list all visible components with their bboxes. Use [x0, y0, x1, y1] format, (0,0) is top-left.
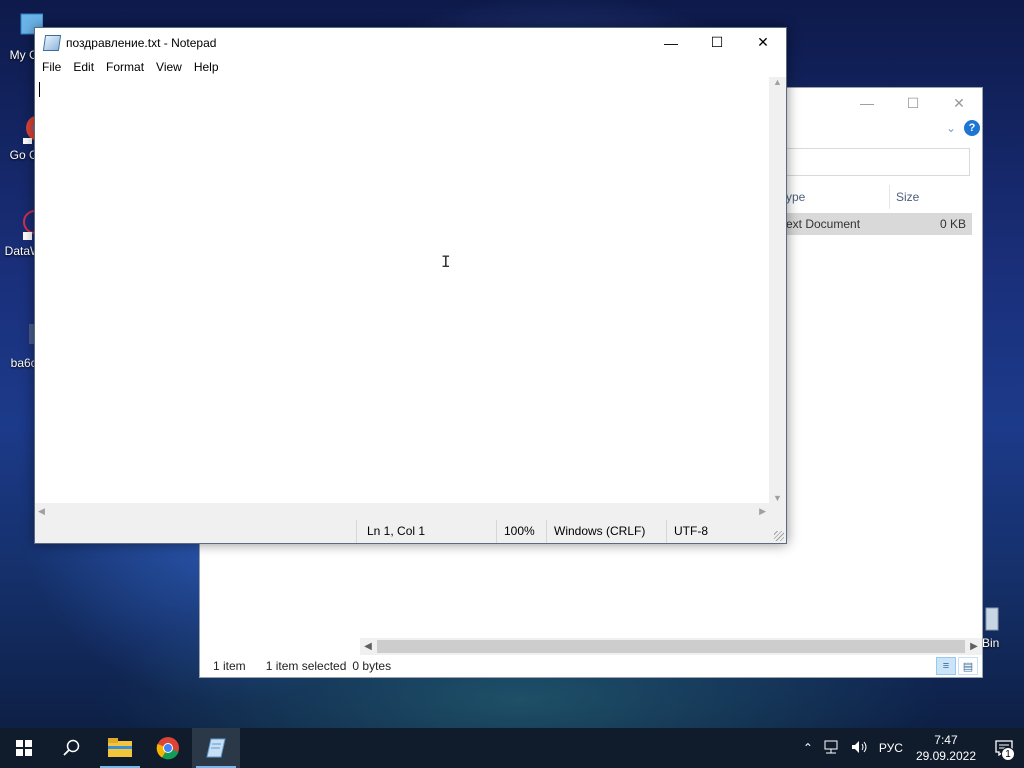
- scroll-up-icon[interactable]: ▲: [773, 77, 782, 87]
- explorer-status-bar: 1 item 1 item selected 0 bytes: [200, 655, 982, 677]
- notification-count-badge: 1: [1001, 747, 1015, 761]
- resize-grip-icon[interactable]: [774, 531, 784, 541]
- title-bar[interactable]: поздравление.txt - Notepad — ☐ ✕: [35, 28, 786, 57]
- window-controls: — ☐ ✕: [844, 88, 982, 118]
- file-type: ext Document: [786, 217, 861, 231]
- close-button[interactable]: ✕: [936, 88, 982, 118]
- chrome-icon: [156, 737, 179, 760]
- start-button[interactable]: [0, 728, 48, 768]
- notepad-status-bar: Ln 1, Col 1 100% Windows (CRLF) UTF-8: [35, 520, 786, 543]
- close-button[interactable]: ✕: [740, 28, 786, 57]
- menu-edit[interactable]: Edit: [67, 57, 100, 77]
- notepad-icon: [42, 34, 62, 51]
- mouse-ibeam-cursor-icon: I: [441, 252, 451, 271]
- maximize-button[interactable]: ☐: [694, 28, 740, 57]
- scroll-left-icon[interactable]: ◀: [38, 506, 45, 517]
- line-ending: Windows (CRLF): [546, 520, 666, 543]
- scroll-right-icon[interactable]: ▶: [966, 641, 982, 652]
- details-view-icon[interactable]: ≡: [936, 657, 956, 675]
- start-icon: [16, 740, 32, 756]
- encoding: UTF-8: [666, 520, 766, 543]
- help-icon[interactable]: ?: [964, 120, 980, 136]
- expand-ribbon-icon[interactable]: ⌄: [946, 121, 956, 135]
- zoom-level: 100%: [496, 520, 546, 543]
- clock-time: 7:47: [934, 733, 958, 747]
- scroll-right-icon[interactable]: ▶: [759, 506, 766, 517]
- minimize-button[interactable]: —: [648, 28, 694, 57]
- large-icons-view-icon[interactable]: ▤: [958, 657, 978, 675]
- notepad-icon: [206, 738, 226, 758]
- taskbar: ⌃ РУС 7:47 29.09.2022 1: [0, 728, 1024, 768]
- recycle-bin-icon: [982, 604, 1002, 632]
- vertical-scrollbar[interactable]: ▲ ▼: [769, 77, 786, 503]
- network-icon[interactable]: [818, 740, 846, 757]
- search-icon: [63, 739, 80, 756]
- clock[interactable]: 7:47 29.09.2022: [908, 732, 984, 764]
- selected-count: 1 item selected: [265, 659, 347, 673]
- notepad-window[interactable]: поздравление.txt - Notepad — ☐ ✕ File Ed…: [34, 27, 787, 544]
- column-header-type[interactable]: ype: [780, 185, 890, 209]
- horizontal-scrollbar[interactable]: ◀ ▶: [35, 503, 769, 520]
- selected-size: 0 bytes: [352, 659, 392, 673]
- menu-format[interactable]: Format: [100, 57, 150, 77]
- file-explorer-icon: [108, 738, 132, 757]
- menu-file[interactable]: File: [36, 57, 67, 77]
- file-row[interactable]: ext Document 0 KB: [780, 213, 972, 235]
- taskbar-notepad[interactable]: [192, 728, 240, 768]
- editor-overlay: I: [35, 77, 769, 503]
- maximize-button[interactable]: ☐: [890, 88, 936, 118]
- minimize-button[interactable]: —: [844, 88, 890, 118]
- column-header-size[interactable]: Size: [890, 185, 972, 209]
- menu-bar: File Edit Format View Help: [35, 57, 786, 77]
- scrollbar-corner: [769, 503, 786, 520]
- show-hidden-icons-icon[interactable]: ⌃: [798, 741, 818, 755]
- menu-view[interactable]: View: [150, 57, 188, 77]
- clock-date: 29.09.2022: [915, 749, 976, 763]
- search-input[interactable]: [770, 148, 970, 176]
- column-headers: ype Size: [780, 185, 972, 209]
- view-switcher: ≡ ▤: [936, 657, 978, 675]
- scroll-left-icon[interactable]: ◀: [360, 641, 376, 652]
- item-count: 1 item: [213, 659, 246, 673]
- input-language[interactable]: РУС: [874, 741, 908, 755]
- file-size: 0 KB: [939, 217, 966, 231]
- search-button[interactable]: [48, 728, 96, 768]
- scroll-thumb[interactable]: [377, 640, 965, 653]
- desktop: My Co Go Ch DataW ba6cd e Bin — ☐ ✕ ⌄ ? …: [0, 0, 1024, 728]
- scroll-down-icon[interactable]: ▼: [773, 493, 782, 503]
- action-center-button[interactable]: 1: [984, 728, 1024, 768]
- ribbon-controls: ⌄ ?: [946, 120, 980, 136]
- window-title: поздравление.txt - Notepad: [66, 35, 217, 50]
- taskbar-file-explorer[interactable]: [96, 728, 144, 768]
- horizontal-scrollbar[interactable]: ◀ ▶: [360, 638, 982, 655]
- system-tray: ⌃ РУС 7:47 29.09.2022 1: [798, 728, 1024, 768]
- window-controls: — ☐ ✕: [648, 28, 786, 57]
- text-caret: [39, 82, 40, 97]
- cursor-position: Ln 1, Col 1: [356, 520, 496, 543]
- volume-icon[interactable]: [846, 740, 874, 757]
- menu-help[interactable]: Help: [188, 57, 225, 77]
- taskbar-chrome[interactable]: [144, 728, 192, 768]
